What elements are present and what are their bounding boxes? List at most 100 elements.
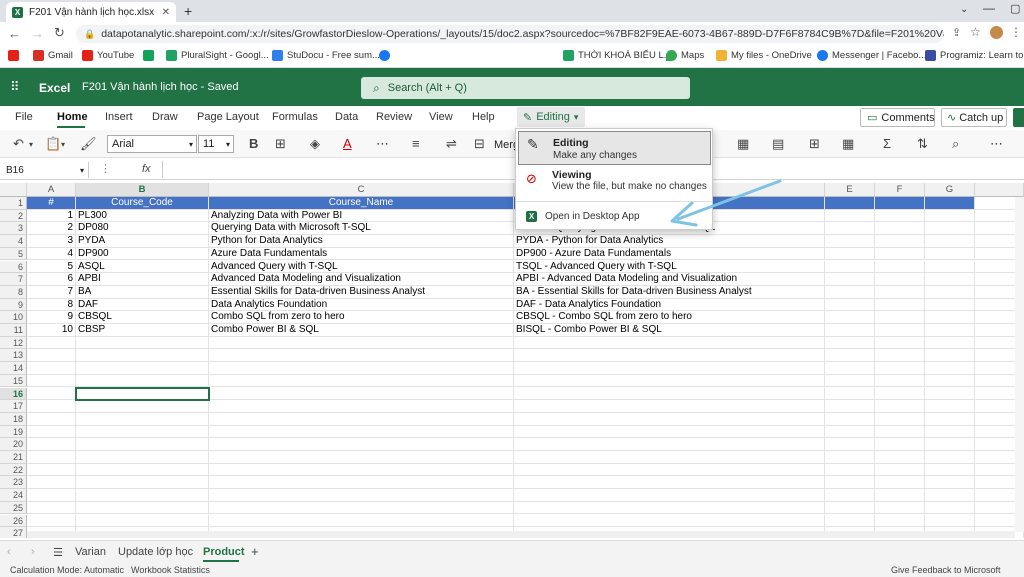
grid-cell[interactable] — [875, 451, 925, 464]
name-box[interactable]: B16 ▾ — [3, 162, 89, 178]
grid-cell[interactable] — [825, 438, 875, 451]
row-header[interactable]: 3 — [0, 222, 27, 236]
workbook-stats[interactable]: Workbook Statistics — [131, 565, 210, 575]
cell-styles-icon[interactable]: ▤ — [772, 136, 784, 152]
search-box[interactable]: ⌕ Search (Alt + Q) — [361, 77, 690, 99]
header-cell[interactable]: Course_Name — [209, 197, 514, 210]
tab-home[interactable]: Home — [57, 111, 88, 123]
tab-review[interactable]: Review — [376, 111, 412, 123]
more-icon[interactable]: ⋮ — [100, 162, 111, 175]
maximize-button[interactable]: ▢ — [1010, 2, 1020, 15]
grid-cell[interactable] — [209, 362, 514, 375]
bookmark-messenger[interactable]: Messenger | Facebo... — [817, 50, 926, 61]
grid-cell[interactable]: Querying Data with Microsoft T-SQL — [209, 222, 514, 236]
font-size-select[interactable]: 11 ▾ — [198, 135, 234, 153]
back-icon[interactable]: ← — [8, 26, 21, 41]
paste-icon[interactable]: 📋 — [45, 136, 61, 152]
row-header[interactable]: 14 — [0, 362, 27, 375]
grid-cell[interactable] — [825, 247, 875, 261]
grid-cell[interactable] — [514, 400, 825, 413]
grid-cell[interactable] — [875, 222, 925, 236]
grid-cell[interactable]: DP900 - Azure Data Fundamentals — [514, 247, 825, 261]
sort-filter-icon[interactable]: ⇅ — [917, 136, 928, 152]
scroll-right-icon[interactable]: › — [31, 546, 35, 558]
grid-cell[interactable] — [825, 425, 875, 439]
grid-cell[interactable]: Python for Data Analytics — [209, 235, 514, 248]
grid-cell[interactable]: 2 — [27, 222, 76, 236]
row-header[interactable]: 10 — [0, 311, 27, 324]
comments-button[interactable]: ▭ Comments — [860, 108, 935, 127]
grid-cell[interactable] — [825, 260, 875, 274]
grid-cell[interactable] — [76, 374, 209, 388]
sheet-tab-update-lop-hoc[interactable]: Update lớp học — [118, 546, 193, 558]
grid-cell[interactable] — [925, 514, 975, 528]
tab-help[interactable]: Help — [472, 111, 495, 123]
bookmark-pluralsight[interactable]: PluralSight - Googl... — [166, 50, 269, 61]
paste-chevron-icon[interactable]: ▾ — [61, 140, 65, 149]
grid-cell[interactable]: DP900 — [76, 247, 209, 261]
grid-cell[interactable] — [209, 463, 514, 477]
grid-cell[interactable]: APBI - Advanced Data Modeling and Visual… — [514, 273, 825, 286]
grid-cell[interactable] — [209, 400, 514, 413]
column-header-a[interactable]: A — [27, 183, 76, 197]
select-all-corner[interactable] — [0, 183, 27, 197]
find-icon[interactable]: ⌕ — [952, 136, 959, 152]
grid-cell[interactable]: Data Analytics Foundation — [209, 298, 514, 312]
font-color-icon[interactable]: A — [343, 136, 352, 151]
grid-cell[interactable] — [825, 374, 875, 388]
row-header[interactable]: 27 — [0, 527, 27, 538]
new-tab-button[interactable]: + — [184, 3, 192, 19]
row-header[interactable]: 24 — [0, 489, 27, 502]
vertical-scrollbar[interactable] — [1015, 197, 1024, 532]
grid-cell[interactable] — [925, 197, 975, 210]
grid-cell[interactable] — [27, 336, 76, 350]
grid-cell[interactable]: CBSQL — [76, 311, 209, 324]
grid-cell[interactable] — [875, 387, 925, 401]
grid-cell[interactable] — [514, 387, 825, 401]
grid-cell[interactable] — [875, 412, 925, 426]
grid-cell[interactable]: APBI — [76, 273, 209, 286]
share-icon[interactable]: ⇪ — [952, 26, 961, 39]
grid-cell[interactable]: PYDA - Python for Data Analytics — [514, 235, 825, 248]
grid-cell[interactable] — [825, 235, 875, 248]
grid-cell[interactable]: DAF — [76, 298, 209, 312]
tab-formulas[interactable]: Formulas — [272, 111, 318, 123]
grid-cell[interactable] — [925, 260, 975, 274]
grid-cell[interactable] — [76, 451, 209, 464]
grid-cell[interactable] — [875, 374, 925, 388]
tab-view[interactable]: View — [429, 111, 453, 123]
borders-icon[interactable]: ⊞ — [275, 136, 286, 152]
app-launcher-icon[interactable]: ⠿ — [10, 79, 19, 95]
grid-cell[interactable] — [514, 336, 825, 350]
grid-cell[interactable] — [925, 400, 975, 413]
grid-cell[interactable]: DP080 — [76, 222, 209, 236]
row-header[interactable]: 18 — [0, 412, 27, 426]
grid-cell[interactable] — [76, 501, 209, 515]
grid-cell[interactable] — [925, 374, 975, 388]
grid-cell[interactable] — [825, 324, 875, 337]
column-header-h[interactable] — [975, 183, 1024, 197]
grid-cell[interactable]: Advanced Query with T-SQL — [209, 260, 514, 274]
grid-cell[interactable] — [514, 374, 825, 388]
grid-cell[interactable] — [514, 476, 825, 490]
format-cells-icon[interactable]: ▦ — [842, 136, 854, 152]
grid-cell[interactable] — [209, 451, 514, 464]
grid-cell[interactable] — [875, 425, 925, 439]
grid-cell[interactable] — [925, 387, 975, 401]
row-header[interactable]: 8 — [0, 285, 27, 299]
grid-cell[interactable] — [209, 514, 514, 528]
column-header-e[interactable]: E — [825, 183, 875, 197]
grid-cell[interactable] — [27, 362, 76, 375]
grid-cell[interactable] — [925, 311, 975, 324]
file-title[interactable]: F201 Vận hành lịch học - Saved — [82, 81, 239, 93]
grid-cell[interactable] — [875, 514, 925, 528]
close-tab-icon[interactable]: ✕ — [162, 7, 170, 18]
grid-cell[interactable]: 7 — [27, 285, 76, 299]
grid-cell[interactable] — [925, 425, 975, 439]
editing-mode-button[interactable]: ✎ Editing ▾ — [517, 107, 585, 127]
grid-cell[interactable] — [27, 349, 76, 363]
bookmark-programiz[interactable]: Programiz: Learn to... — [925, 50, 1024, 61]
grid-cell[interactable] — [209, 387, 514, 401]
grid-cell[interactable] — [925, 298, 975, 312]
grid-cell[interactable] — [875, 324, 925, 337]
